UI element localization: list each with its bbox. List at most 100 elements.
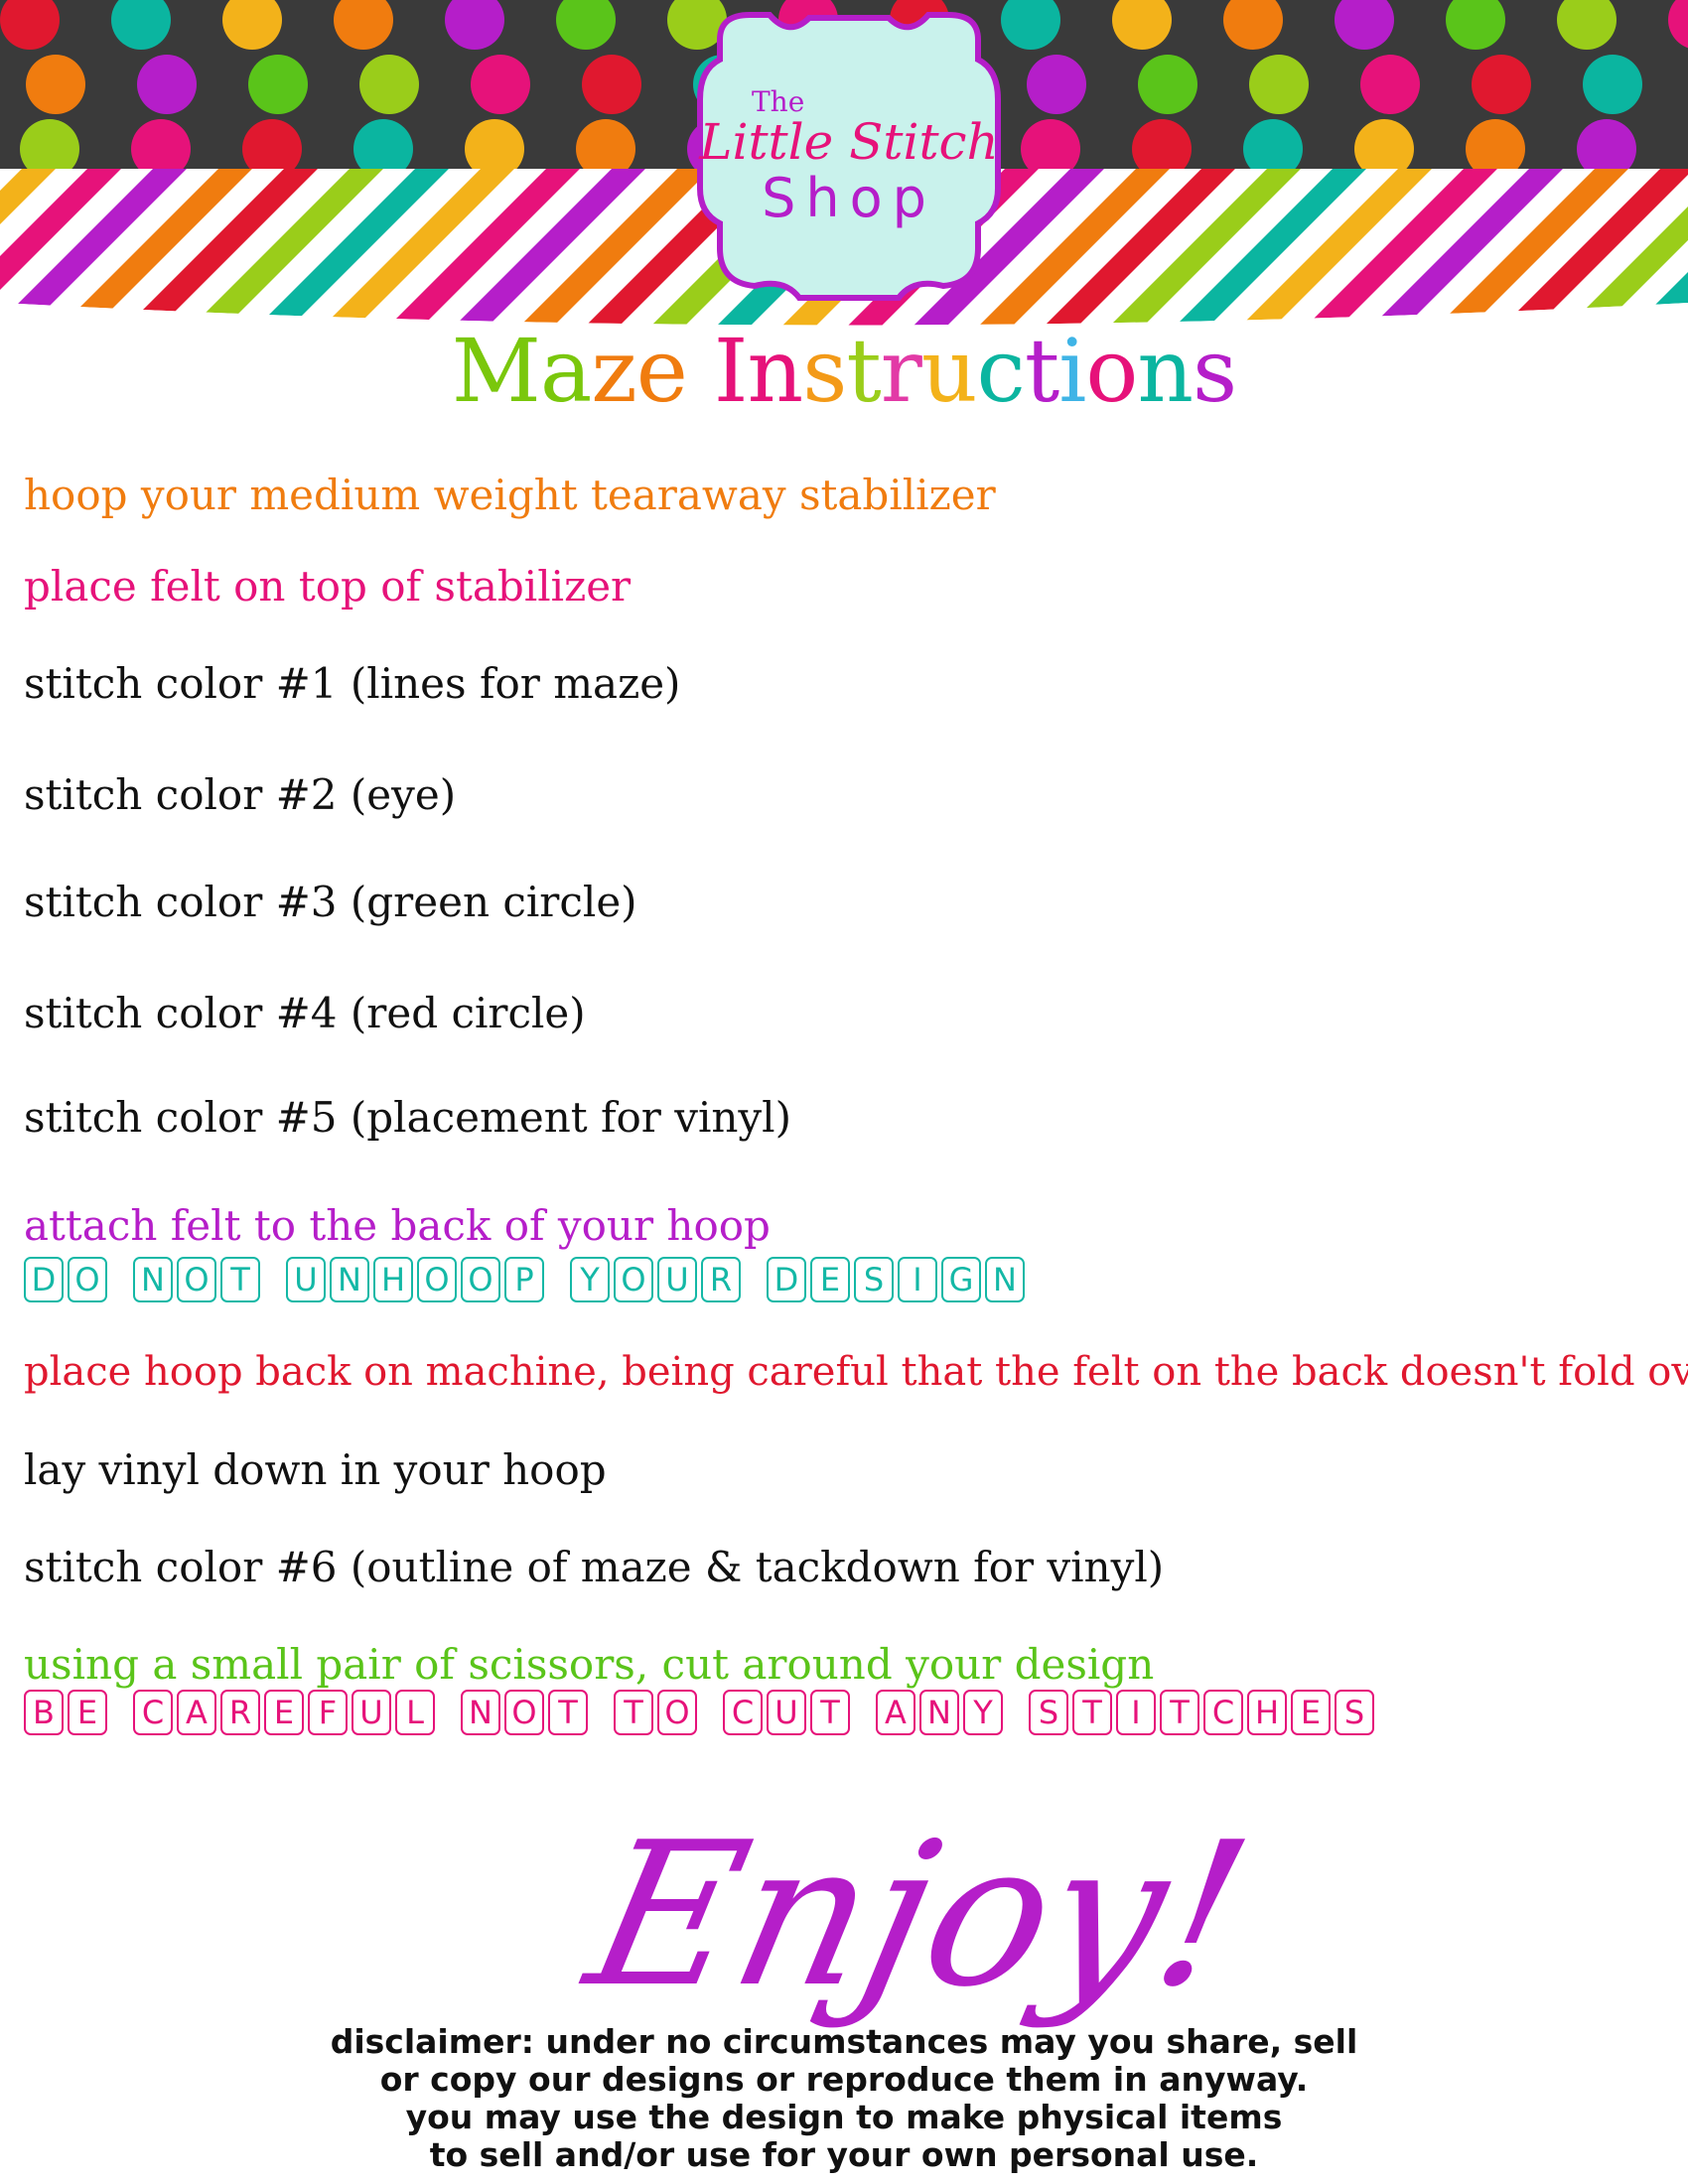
title-letter: t bbox=[846, 320, 881, 422]
note-letter-box: T bbox=[1072, 1690, 1112, 1735]
step-stitch-color-5: stitch color #5 (placement for vinyl) bbox=[24, 1093, 791, 1142]
note-letter-box: E bbox=[810, 1257, 850, 1302]
title-letter: u bbox=[920, 320, 978, 422]
step-stitch-color-3: stitch color #3 (green circle) bbox=[24, 878, 637, 926]
title-letter: a bbox=[539, 320, 592, 422]
note-letter-box: S bbox=[854, 1257, 894, 1302]
step-cut-around: using a small pair of scissors, cut arou… bbox=[24, 1640, 1155, 1689]
step-stitch-color-1: stitch color #1 (lines for maze) bbox=[24, 659, 681, 708]
step-hoop-stabilizer: hoop your medium weight tearaway stabili… bbox=[24, 471, 996, 519]
note-letter-box: O bbox=[504, 1690, 544, 1735]
note-word: DO bbox=[24, 1257, 107, 1302]
logo-shop: Shop bbox=[762, 167, 936, 229]
polka-dot bbox=[582, 55, 641, 114]
note-letter-box: E bbox=[1291, 1690, 1331, 1735]
disclaimer-line: or copy our designs or reproduce them in… bbox=[379, 2060, 1309, 2099]
note-letter-box: C bbox=[1203, 1690, 1243, 1735]
disclaimer-line: you may use the design to make physical … bbox=[405, 2098, 1283, 2136]
note-letter-box: F bbox=[308, 1690, 348, 1735]
note-word: TO bbox=[614, 1690, 697, 1735]
polka-dot bbox=[1472, 55, 1531, 114]
polka-dot bbox=[471, 55, 530, 114]
polka-dot bbox=[1138, 55, 1197, 114]
note-letter-box: D bbox=[24, 1257, 64, 1302]
title-letter: i bbox=[1058, 320, 1086, 422]
note-letter-box: S bbox=[1335, 1690, 1374, 1735]
note-letter-box: O bbox=[657, 1690, 697, 1735]
note-letter-box: O bbox=[461, 1257, 500, 1302]
note-letter-box: T bbox=[614, 1690, 653, 1735]
note-do-not-unhoop: DONOTUNHOOPYOURDESIGN bbox=[24, 1257, 1025, 1302]
note-word: STITCHES bbox=[1029, 1690, 1374, 1735]
step-stitch-color-6: stitch color #6 (outline of maze & tackd… bbox=[24, 1543, 1165, 1591]
note-letter-box: L bbox=[395, 1690, 435, 1735]
note-letter-box: T bbox=[548, 1690, 588, 1735]
note-letter-box: N bbox=[919, 1690, 959, 1735]
note-letter-box: T bbox=[810, 1690, 850, 1735]
step-lay-vinyl: lay vinyl down in your hoop bbox=[24, 1445, 607, 1494]
step-stitch-color-4: stitch color #4 (red circle) bbox=[24, 989, 586, 1037]
polka-dot bbox=[248, 55, 308, 114]
title-letter: e bbox=[635, 320, 688, 422]
note-letter-box: U bbox=[767, 1690, 806, 1735]
note-word: YOUR bbox=[570, 1257, 741, 1302]
note-be-careful: BECAREFULNOTTOCUTANYSTITCHES bbox=[24, 1690, 1374, 1735]
note-letter-box: T bbox=[1160, 1690, 1199, 1735]
note-word: DESIGN bbox=[767, 1257, 1025, 1302]
title-letter: M bbox=[451, 320, 541, 422]
note-letter-box: C bbox=[133, 1690, 173, 1735]
title-letter: c bbox=[976, 320, 1026, 422]
note-word: UNHOOP bbox=[286, 1257, 544, 1302]
polka-dot bbox=[1360, 55, 1420, 114]
note-letter-box: O bbox=[177, 1257, 216, 1302]
title-letter: r bbox=[880, 320, 922, 422]
disclaimer-line: disclaimer: under no circumstances may y… bbox=[330, 2022, 1358, 2061]
note-letter-box: R bbox=[701, 1257, 741, 1302]
note-letter-box: N bbox=[133, 1257, 173, 1302]
title-letter bbox=[687, 320, 714, 422]
polka-dot bbox=[26, 55, 85, 114]
note-word: CAREFUL bbox=[133, 1690, 435, 1735]
note-letter-box: T bbox=[220, 1257, 260, 1302]
title-letter: z bbox=[591, 320, 636, 422]
step-stitch-color-2: stitch color #2 (eye) bbox=[24, 770, 457, 819]
note-letter-box: U bbox=[657, 1257, 697, 1302]
polka-dot bbox=[359, 55, 419, 114]
note-letter-box: Y bbox=[570, 1257, 610, 1302]
title-letter: o bbox=[1085, 320, 1138, 422]
note-letter-box: S bbox=[1029, 1690, 1068, 1735]
title-letter: s bbox=[1193, 320, 1237, 422]
note-letter-box: B bbox=[24, 1690, 64, 1735]
disclaimer: disclaimer: under no circumstances may y… bbox=[199, 2023, 1489, 2174]
note-word: NOT bbox=[133, 1257, 260, 1302]
note-letter-box: H bbox=[1247, 1690, 1287, 1735]
note-letter-box: O bbox=[417, 1257, 457, 1302]
note-letter-box: A bbox=[177, 1690, 216, 1735]
title-letter: t bbox=[1024, 320, 1059, 422]
logo-little-stitch: Little Stitch bbox=[698, 113, 999, 171]
enjoy-script: Enjoy! bbox=[571, 1800, 1267, 2031]
title-letter: I bbox=[713, 320, 749, 422]
note-letter-box: E bbox=[68, 1690, 107, 1735]
note-letter-box: D bbox=[767, 1257, 806, 1302]
step-attach-felt: attach felt to the back of your hoop bbox=[24, 1201, 771, 1250]
note-letter-box: U bbox=[286, 1257, 326, 1302]
polka-dot bbox=[1583, 55, 1642, 114]
step-place-hoop-back: place hoop back on machine, being carefu… bbox=[24, 1349, 1688, 1395]
title-letter: n bbox=[1137, 320, 1194, 422]
note-word: ANY bbox=[876, 1690, 1003, 1735]
note-letter-box: N bbox=[461, 1690, 500, 1735]
polka-dot bbox=[137, 55, 197, 114]
note-word: BE bbox=[24, 1690, 107, 1735]
shop-logo: The Little Stitch Shop bbox=[697, 12, 1001, 301]
note-letter-box: Y bbox=[963, 1690, 1003, 1735]
note-letter-box: N bbox=[330, 1257, 369, 1302]
note-letter-box: I bbox=[898, 1257, 937, 1302]
polka-dot bbox=[1027, 55, 1086, 114]
note-letter-box: O bbox=[614, 1257, 653, 1302]
note-letter-box: O bbox=[68, 1257, 107, 1302]
step-place-felt: place felt on top of stabilizer bbox=[24, 562, 632, 611]
note-letter-box: R bbox=[220, 1690, 260, 1735]
note-letter-box: A bbox=[876, 1690, 915, 1735]
polka-dot bbox=[1249, 55, 1309, 114]
